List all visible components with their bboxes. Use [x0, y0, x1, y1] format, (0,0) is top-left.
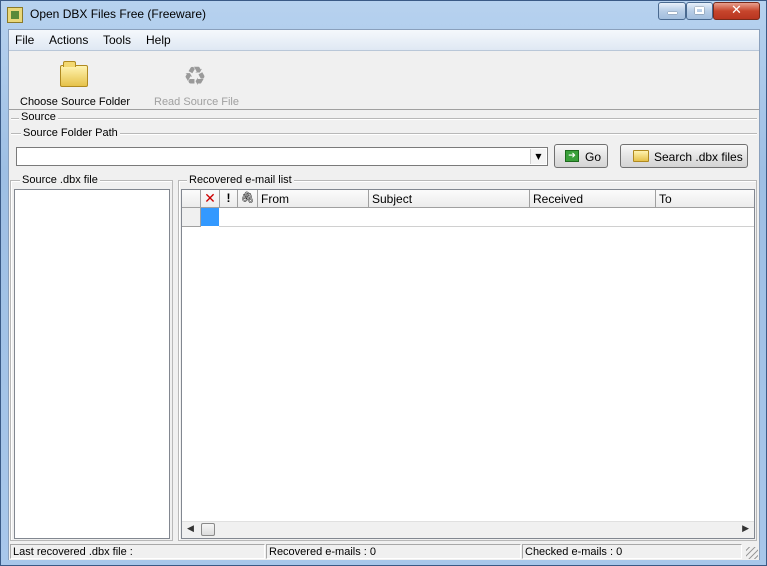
menu-actions[interactable]: Actions	[49, 33, 88, 47]
horizontal-scrollbar[interactable]: ◀ ▶	[182, 521, 754, 538]
menu-help[interactable]: Help	[146, 33, 171, 47]
recycle-icon: ♻	[183, 62, 207, 92]
status-last-file: Last recovered .dbx file :	[10, 544, 265, 559]
read-source-file-button[interactable]: ♻ Read Source File	[152, 56, 244, 108]
source-group-divider	[11, 118, 757, 120]
status-recovered: Recovered e-mails : 0	[266, 544, 521, 559]
email-list-label: Recovered e-mail list	[187, 174, 294, 186]
status-checked: Checked e-mails : 0	[522, 544, 742, 559]
menu-file[interactable]: File	[15, 33, 34, 47]
client-area: File Actions Tools Help Choose Source Fo…	[8, 29, 760, 560]
choose-source-folder-label: Choose Source Folder	[20, 96, 131, 108]
grid-corner	[182, 190, 201, 208]
read-source-file-label: Read Source File	[154, 96, 239, 108]
choose-source-folder-button[interactable]: Choose Source Folder	[17, 56, 137, 108]
source-group-label: Source	[19, 111, 58, 123]
delete-column-header[interactable]: ✕	[201, 190, 220, 208]
menu-bar: File Actions Tools Help	[9, 30, 759, 51]
source-folder-input[interactable]	[17, 148, 533, 165]
menu-tools[interactable]: Tools	[103, 33, 131, 47]
to-column-header[interactable]: To	[656, 190, 754, 208]
row-selector[interactable]	[182, 208, 201, 227]
folder-path-divider	[11, 133, 757, 135]
maximize-button[interactable]	[686, 2, 713, 20]
source-folder-combo[interactable]: ▼	[16, 147, 548, 166]
grid-header: ✕ ! 🖇 From Subject Received To	[182, 190, 754, 208]
maximize-icon	[695, 7, 704, 14]
subject-column-header[interactable]: Subject	[369, 190, 530, 208]
window-title: Open DBX Files Free (Freeware)	[30, 7, 207, 21]
close-button[interactable]: ✕	[713, 2, 760, 20]
resize-grip-icon[interactable]	[746, 547, 758, 559]
search-folder-icon	[633, 150, 649, 162]
table-row	[219, 226, 754, 227]
close-icon: ✕	[731, 3, 742, 18]
combo-dropdown-icon[interactable]: ▼	[530, 149, 546, 164]
status-bar: Last recovered .dbx file : Recovered e-m…	[9, 543, 759, 560]
main-window: Open DBX Files Free (Freeware) ✕ File Ac…	[0, 0, 767, 566]
received-column-header[interactable]: Received	[530, 190, 656, 208]
title-bar[interactable]: Open DBX Files Free (Freeware) ✕	[1, 1, 766, 29]
minimize-button[interactable]	[658, 2, 686, 20]
search-dbx-button[interactable]: Search .dbx files	[620, 144, 748, 168]
attachment-column-header[interactable]: 🖇	[238, 190, 258, 208]
delete-x-icon: ✕	[204, 191, 216, 207]
scroll-thumb[interactable]	[201, 523, 215, 536]
folder-open-icon	[60, 61, 88, 87]
toolbar: Choose Source Folder ♻ Read Source File	[9, 51, 759, 110]
go-button[interactable]: ➔ Go	[554, 144, 608, 168]
from-column-header[interactable]: From	[258, 190, 369, 208]
priority-column-header[interactable]: !	[220, 190, 238, 208]
priority-icon: !	[226, 191, 231, 205]
scroll-left-icon[interactable]: ◀	[187, 524, 194, 534]
source-dbx-label: Source .dbx file	[20, 174, 100, 186]
go-label: Go	[585, 150, 602, 164]
email-grid[interactable]: ✕ ! 🖇 From Subject Received To ◀ ▶	[181, 189, 755, 539]
scroll-right-icon[interactable]: ▶	[742, 524, 749, 534]
go-arrow-icon: ➔	[565, 150, 579, 162]
search-dbx-label: Search .dbx files	[654, 150, 743, 164]
selected-cell[interactable]	[201, 208, 219, 226]
minimize-icon	[668, 12, 677, 14]
app-icon	[7, 7, 23, 23]
paperclip-icon: 🖇	[240, 191, 255, 204]
source-folder-path-label: Source Folder Path	[21, 127, 120, 139]
dbx-file-list[interactable]	[14, 189, 170, 539]
